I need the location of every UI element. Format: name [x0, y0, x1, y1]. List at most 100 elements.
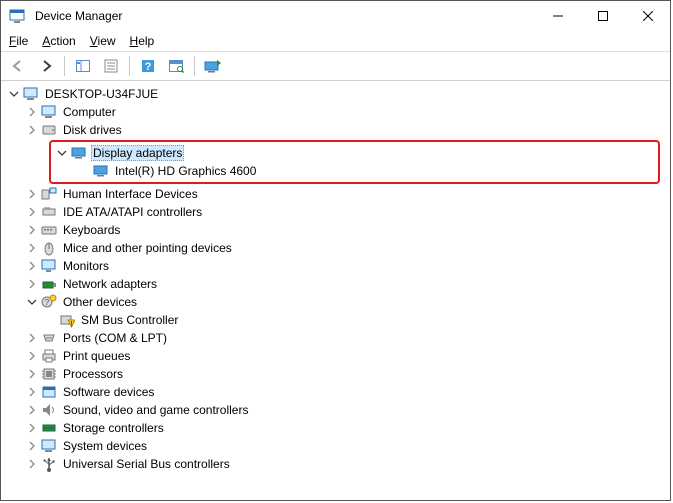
category-label: Storage controllers — [61, 421, 166, 435]
network-icon — [41, 276, 57, 292]
chevron-right-icon[interactable] — [25, 439, 39, 453]
chevron-right-icon[interactable] — [25, 367, 39, 381]
category-label: Sound, video and game controllers — [61, 403, 250, 417]
display-adapter-icon — [71, 145, 87, 161]
chevron-right-icon[interactable] — [25, 187, 39, 201]
forward-button[interactable] — [33, 54, 59, 78]
highlight-annotation: Display adapters Intel(R) HD Graphics 46… — [49, 140, 660, 184]
properties-button[interactable] — [98, 54, 124, 78]
ide-icon — [41, 204, 57, 220]
category-label: Ports (COM & LPT) — [61, 331, 169, 345]
toolbar: ? — [1, 52, 670, 81]
other-devices-icon: ? — [41, 294, 57, 310]
category-network[interactable]: Network adapters — [25, 275, 670, 293]
category-usb[interactable]: Universal Serial Bus controllers — [25, 455, 670, 473]
root-node[interactable]: DESKTOP-U34FJUE — [7, 85, 670, 103]
category-other-devices[interactable]: ? Other devices — [25, 293, 670, 311]
toolbar-separator — [129, 56, 130, 76]
computer-icon — [41, 104, 57, 120]
menu-action[interactable]: Action — [42, 34, 75, 48]
disk-icon — [41, 122, 57, 138]
chevron-right-icon[interactable] — [25, 241, 39, 255]
chevron-right-icon[interactable] — [25, 421, 39, 435]
sound-icon — [41, 402, 57, 418]
software-icon — [41, 384, 57, 400]
chevron-right-icon[interactable] — [25, 277, 39, 291]
category-software-devices[interactable]: Software devices — [25, 383, 670, 401]
chevron-right-icon[interactable] — [25, 403, 39, 417]
chevron-down-icon[interactable] — [25, 295, 39, 309]
category-label: Monitors — [61, 259, 111, 273]
storage-icon — [41, 420, 57, 436]
category-label: Print queues — [61, 349, 132, 363]
category-keyboards[interactable]: Keyboards — [25, 221, 670, 239]
category-display-adapters[interactable]: Display adapters — [55, 144, 658, 162]
close-button[interactable] — [625, 1, 670, 31]
chevron-down-icon[interactable] — [55, 146, 69, 160]
back-button[interactable] — [5, 54, 31, 78]
device-label: SM Bus Controller — [79, 313, 180, 327]
chevron-right-icon[interactable] — [25, 259, 39, 273]
category-monitors[interactable]: Monitors — [25, 257, 670, 275]
monitor-icon — [41, 258, 57, 274]
scan-hardware-button[interactable] — [163, 54, 189, 78]
category-ports[interactable]: Ports (COM & LPT) — [25, 329, 670, 347]
category-label: System devices — [61, 439, 149, 453]
category-storage-controllers[interactable]: Storage controllers — [25, 419, 670, 437]
svg-text:?: ? — [45, 298, 50, 307]
menu-help[interactable]: Help — [130, 34, 155, 48]
category-disk-drives[interactable]: Disk drives — [25, 121, 670, 139]
computer-icon — [23, 86, 39, 102]
category-sound[interactable]: Sound, video and game controllers — [25, 401, 670, 419]
menu-view[interactable]: View — [90, 34, 116, 48]
category-ide[interactable]: IDE ATA/ATAPI controllers — [25, 203, 670, 221]
chevron-right-icon[interactable] — [25, 223, 39, 237]
category-print-queues[interactable]: Print queues — [25, 347, 670, 365]
category-label: Human Interface Devices — [61, 187, 200, 201]
category-label: Keyboards — [61, 223, 122, 237]
keyboard-icon — [41, 222, 57, 238]
chevron-right-icon[interactable] — [25, 105, 39, 119]
update-driver-button[interactable] — [200, 54, 226, 78]
category-computer[interactable]: Computer — [25, 103, 670, 121]
chevron-right-icon[interactable] — [25, 205, 39, 219]
display-adapter-icon — [93, 163, 109, 179]
svg-text:?: ? — [145, 61, 152, 73]
toolbar-separator — [64, 56, 65, 76]
chevron-down-icon[interactable] — [7, 87, 21, 101]
device-label: Intel(R) HD Graphics 4600 — [113, 164, 258, 178]
device-intel-hd-graphics[interactable]: Intel(R) HD Graphics 4600 — [77, 162, 658, 180]
category-mice[interactable]: Mice and other pointing devices — [25, 239, 670, 257]
unknown-device-icon: ! — [59, 312, 75, 328]
category-label: Universal Serial Bus controllers — [61, 457, 232, 471]
category-label: Network adapters — [61, 277, 159, 291]
help-button[interactable]: ? — [135, 54, 161, 78]
device-sm-bus-controller[interactable]: ! SM Bus Controller — [43, 311, 670, 329]
processor-icon — [41, 366, 57, 382]
category-processors[interactable]: Processors — [25, 365, 670, 383]
maximize-button[interactable] — [580, 1, 625, 31]
show-hide-tree-button[interactable] — [70, 54, 96, 78]
category-system-devices[interactable]: System devices — [25, 437, 670, 455]
app-icon — [9, 8, 25, 24]
category-hid[interactable]: Human Interface Devices — [25, 185, 670, 203]
svg-text:!: ! — [71, 321, 73, 328]
minimize-button[interactable] — [535, 1, 580, 31]
menu-file[interactable]: File — [9, 34, 28, 48]
ports-icon — [41, 330, 57, 346]
chevron-right-icon[interactable] — [25, 123, 39, 137]
window-title: Device Manager — [35, 9, 122, 23]
chevron-right-icon[interactable] — [25, 331, 39, 345]
mouse-icon — [41, 240, 57, 256]
category-label: Display adapters — [91, 145, 184, 161]
category-label: IDE ATA/ATAPI controllers — [61, 205, 204, 219]
toolbar-separator — [194, 56, 195, 76]
chevron-right-icon[interactable] — [25, 457, 39, 471]
chevron-right-icon[interactable] — [25, 385, 39, 399]
titlebar: Device Manager — [1, 1, 670, 31]
device-tree[interactable]: DESKTOP-U34FJUE Computer Disk drives — [1, 81, 670, 500]
chevron-right-icon[interactable] — [25, 349, 39, 363]
category-label: Mice and other pointing devices — [61, 241, 234, 255]
category-label: Disk drives — [61, 123, 124, 137]
root-label: DESKTOP-U34FJUE — [43, 87, 160, 101]
